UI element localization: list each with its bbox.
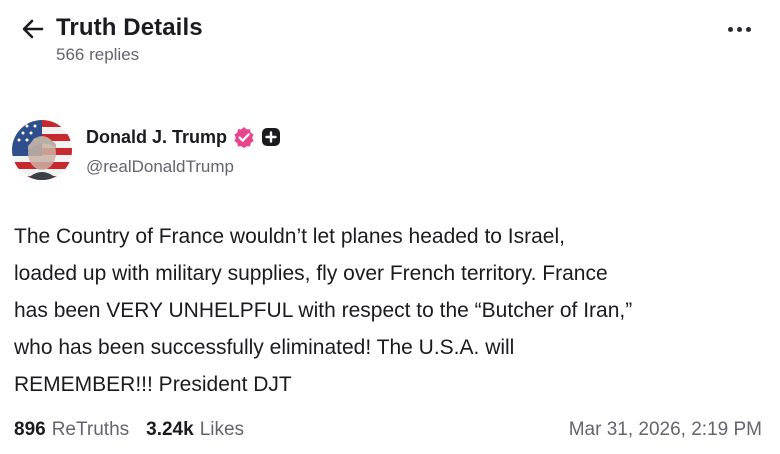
plus-square-icon [262, 128, 281, 146]
retruths-stat[interactable]: 896 ReTruths [14, 419, 129, 441]
reply-count: 566 replies [56, 45, 140, 64]
avatar-image [12, 120, 72, 180]
retruths-count: 896 [14, 419, 46, 440]
back-button[interactable] [18, 14, 48, 44]
author-name[interactable]: Donald J. Trump [86, 127, 227, 148]
post-line: loaded up with military supplies, fly ov… [14, 262, 608, 285]
arrow-left-icon [22, 19, 44, 39]
likes-count: 3.24k [146, 419, 194, 440]
retruths-label: ReTruths [51, 419, 130, 440]
post-timestamp: Mar 31, 2026, 2:19 PM [568, 419, 762, 440]
avatar[interactable] [12, 120, 72, 180]
more-horizontal-icon [727, 26, 733, 32]
post-author: Donald J. Trump @realDonaldTrump [12, 120, 760, 184]
post-stats: 896 ReTruths 3.24k Likes [14, 419, 261, 441]
verified-badge-icon [234, 127, 254, 148]
likes-label: Likes [199, 419, 245, 440]
page-header: Truth Details 566 replies [14, 8, 766, 68]
post-line: REMEMBER!!! President DJT [14, 373, 292, 396]
follow-button[interactable] [261, 127, 281, 147]
author-handle[interactable]: @realDonaldTrump [86, 157, 234, 177]
page-title: Truth Details [56, 14, 203, 41]
post-line: has been VERY UNHELPFUL with respect to … [14, 299, 633, 322]
post-line: who has been successfully eliminated! Th… [14, 336, 515, 359]
post-line: The Country of France wouldn’t let plane… [14, 225, 565, 248]
more-options-button[interactable] [722, 16, 756, 42]
post-body: The Country of France wouldn’t let plane… [14, 218, 770, 403]
likes-stat[interactable]: 3.24k Likes [146, 419, 244, 441]
